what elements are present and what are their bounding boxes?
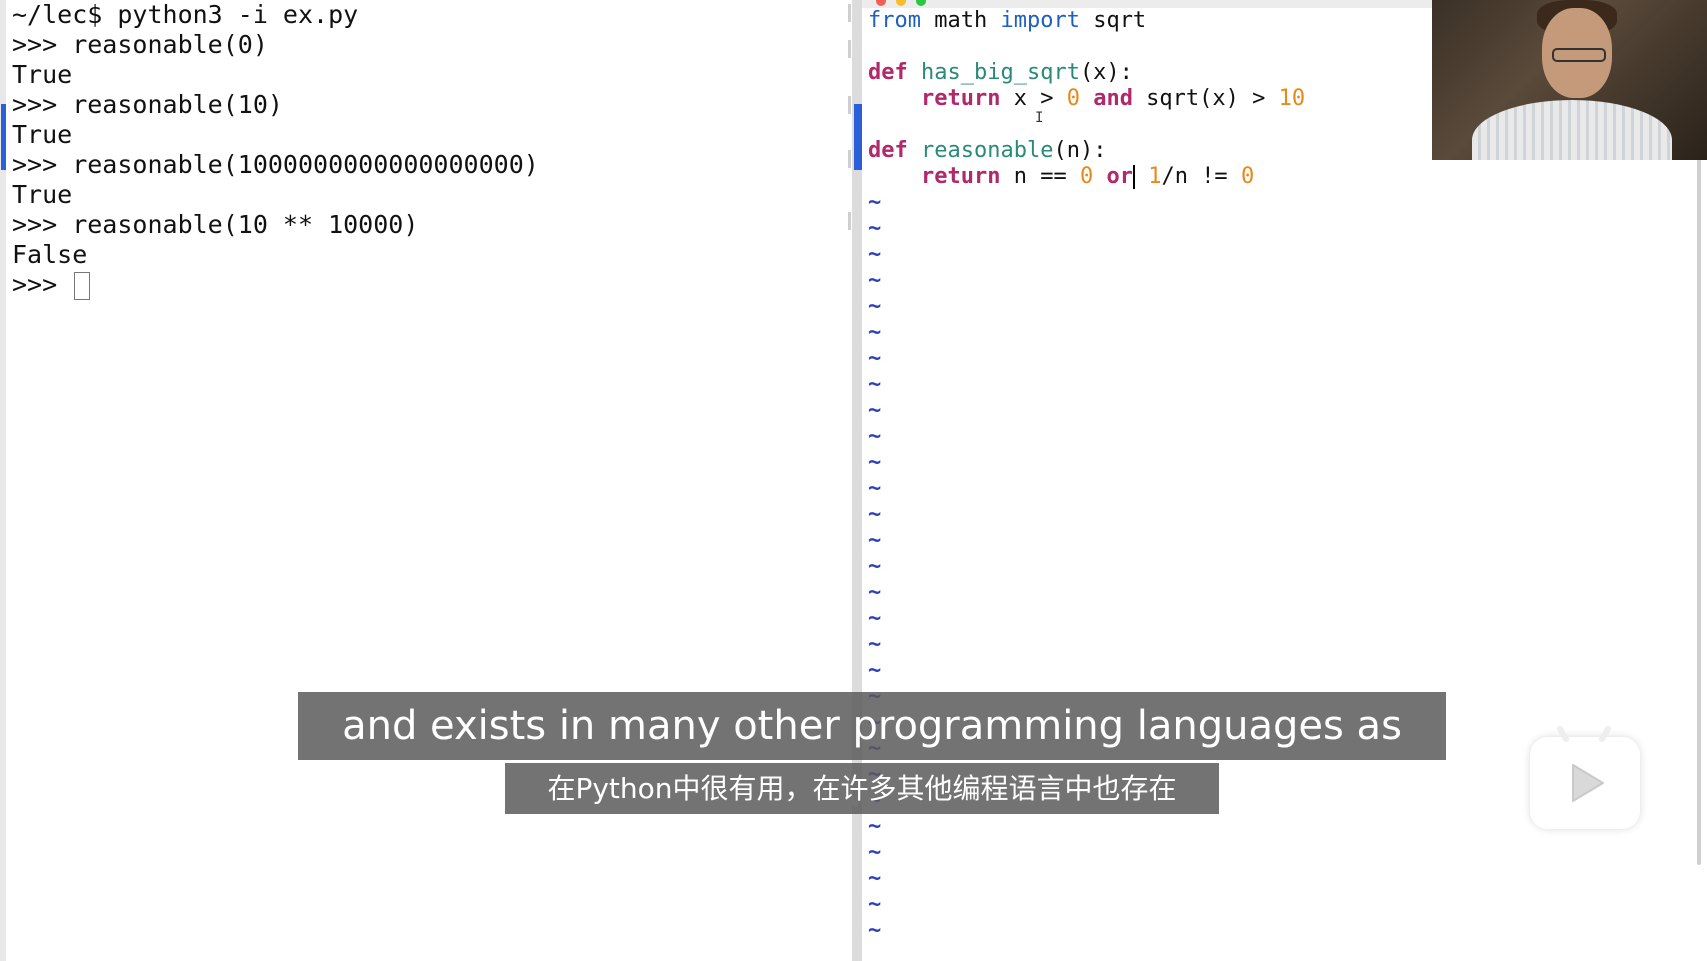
tilde-line: ~ <box>868 554 882 579</box>
tilde-line: ~ <box>868 528 882 553</box>
code-text: (n): <box>1053 138 1107 163</box>
terminal-line: False <box>12 240 88 269</box>
keyword: and <box>1079 86 1133 111</box>
empty-line-markers: ~~~~~~~~~~~~~~~~~~~~~~~~~~~~~ <box>868 190 1305 944</box>
number: 0 <box>1079 164 1094 189</box>
tilde-line: ~ <box>868 190 882 215</box>
webcam-video <box>1432 0 1707 160</box>
terminal-output[interactable]: ~/lec$ python3 -i ex.py >>> reasonable(0… <box>12 0 539 300</box>
code-text: n == <box>1000 164 1080 189</box>
code-line: def reasonable(n): <box>868 138 1305 164</box>
terminal-cursor <box>74 272 91 300</box>
presenter-glasses <box>1552 48 1606 62</box>
tilde-line: ~ <box>868 814 1305 840</box>
keyword: or <box>1093 164 1133 189</box>
terminal-prompt: >>> <box>12 270 73 299</box>
terminal-line: >>> reasonable(1000000000000000000) <box>12 150 539 179</box>
divider-highlight <box>854 104 862 170</box>
function-name: reasonable <box>907 138 1054 163</box>
keyword: return <box>920 164 1001 189</box>
number: 1 <box>1148 164 1162 189</box>
code-text: sqrt(x) > <box>1132 86 1279 111</box>
minimize-icon[interactable] <box>896 0 906 6</box>
tilde-line: ~ <box>868 658 882 683</box>
tilde-line: ~ <box>868 606 882 631</box>
text-caret <box>1132 165 1135 189</box>
number: 0 <box>1066 86 1080 111</box>
selection-marker <box>1 104 6 170</box>
tilde-line: ~ <box>868 866 882 891</box>
tilde-line: ~ <box>868 294 882 319</box>
code-text: sqrt <box>1079 8 1147 33</box>
tilde-line: ~ <box>868 632 882 657</box>
terminal-pane[interactable]: ~/lec$ python3 -i ex.py >>> reasonable(0… <box>0 0 852 961</box>
code-text: math <box>920 8 1001 33</box>
presenter-shirt <box>1472 100 1672 160</box>
tilde-line: ~ <box>868 450 882 475</box>
tilde-line: ~ <box>868 372 882 397</box>
number: 0 <box>1240 164 1255 189</box>
tilde-line: ~ <box>868 242 882 267</box>
code-line: return x > 0 and sqrt(x) > 10 <box>868 86 1305 112</box>
code-text: x > <box>1000 86 1067 111</box>
tilde-line: ~ <box>868 320 882 345</box>
code-line: from math import sqrt <box>868 8 1305 34</box>
code-text: /n != <box>1161 164 1241 189</box>
tilde-line: ~ <box>868 892 882 917</box>
subtitle-english: and exists in many other programming lan… <box>298 692 1446 817</box>
terminal-line: True <box>12 120 73 149</box>
keyword: def <box>868 138 908 163</box>
tilde-line: ~ <box>868 398 882 423</box>
tilde-line: ~ <box>868 346 882 371</box>
ibeam-cursor-icon: I <box>1035 110 1044 126</box>
keyword: return <box>920 86 1001 111</box>
tilde-line: ~ <box>868 216 882 241</box>
tilde-line: ~ <box>868 580 882 605</box>
play-icon <box>1572 764 1604 802</box>
terminal-prompt-line[interactable]: >>> <box>12 270 539 300</box>
player-logo[interactable] <box>1530 724 1640 829</box>
terminal-line: >>> reasonable(0) <box>12 30 268 59</box>
tilde-line: ~ <box>868 918 882 943</box>
keyword: def <box>868 60 908 85</box>
close-icon[interactable] <box>876 0 886 6</box>
code-text: (x): <box>1079 60 1133 85</box>
terminal-line: >>> reasonable(10) <box>12 90 283 119</box>
number: 10 <box>1278 86 1306 111</box>
tilde-line: ~ <box>868 424 882 449</box>
code-line: def has_big_sqrt(x): <box>868 60 1305 86</box>
function-name: has_big_sqrt <box>907 60 1080 85</box>
terminal-line: True <box>12 60 73 89</box>
terminal-line: >>> reasonable(10 ** 10000) <box>12 210 419 239</box>
tilde-line: ~ <box>868 840 882 865</box>
keyword: from <box>868 8 921 33</box>
terminal-line: True <box>12 180 73 209</box>
tilde-line: ~ <box>868 476 882 501</box>
terminal-line: ~/lec$ python3 -i ex.py <box>12 0 359 29</box>
keyword: import <box>1000 8 1080 33</box>
tilde-line: ~ <box>868 268 882 293</box>
code-line: return n == 0 or 1/n != 0 <box>868 164 1305 190</box>
tilde-line: ~ <box>868 502 882 527</box>
subtitle-chinese: 在Python中很有用，在许多其他编程语言中也存在 <box>505 763 1219 814</box>
maximize-icon[interactable] <box>916 0 926 6</box>
